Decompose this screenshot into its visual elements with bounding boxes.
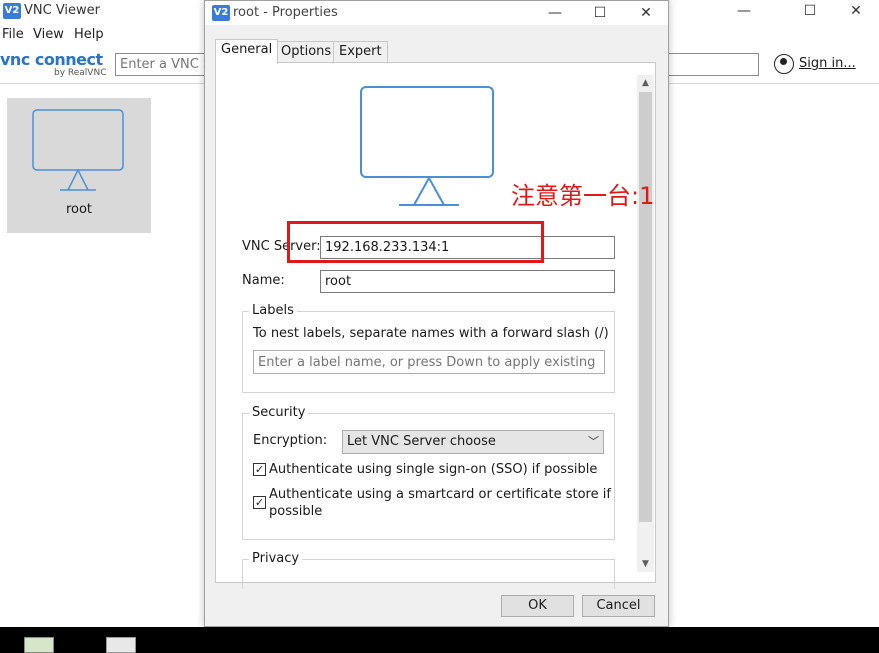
annotation-highlight-box [287,221,544,263]
dialog-minimize-button[interactable]: — [533,2,577,24]
server-tile[interactable]: root [7,98,151,233]
maximize-button[interactable]: ☐ [788,0,832,22]
chevron-down-icon: ﹀ [588,435,599,448]
ok-button[interactable]: OK [501,595,574,617]
name-field[interactable]: root [320,270,615,293]
brand-name: vnc connect [0,50,103,69]
dialog-titlebar: V2 root - Properties — ☐ ✕ [205,1,668,25]
sso-checkbox-label: Authenticate using single sign-on (SSO) … [269,462,598,477]
menu-file[interactable]: File [2,27,24,42]
privacy-group-title: Privacy [249,551,303,566]
annotation-text: 注意第一台:1 [511,182,655,210]
window-title: VNC Viewer [24,3,101,18]
encryption-select-value: Let VNC Server choose [347,434,496,449]
security-group-title: Security [249,405,309,420]
labels-hint: To nest labels, separate names with a fo… [253,326,609,341]
sso-checkbox[interactable]: ✓ [253,463,266,476]
close-button[interactable]: ✕ [834,0,878,22]
user-icon [774,54,794,74]
tab-expert[interactable]: Expert [333,41,388,63]
vnc-logo-icon: V2 [3,3,21,19]
vertical-scrollbar[interactable]: ▲ ▼ [637,75,654,572]
taskbar-file-icon[interactable] [106,637,136,653]
tab-options[interactable]: Options [275,41,338,63]
encryption-label: Encryption: [253,433,328,448]
privacy-group: Privacy [242,551,615,589]
labels-group: Labels To nest labels, separate names wi… [242,303,615,393]
taskbar-app-icon[interactable] [24,637,54,653]
dialog-close-button[interactable]: ✕ [624,2,668,24]
smartcard-checkbox-label-line2: possible [269,504,323,519]
labels-input[interactable] [253,350,605,374]
tab-general[interactable]: General [215,39,279,64]
menu-help[interactable]: Help [74,27,104,42]
name-label: Name: [242,273,285,288]
dialog-title: root - Properties [233,5,338,20]
general-tab-panel: VNC Server: 192.168.233.134:1 Name: root… [215,62,656,589]
monitor-icon [32,109,124,191]
vnc-connect-logo: vnc connect by RealVNC [0,50,108,80]
brand-sub: by RealVNC [54,68,107,78]
labels-group-title: Labels [249,303,297,318]
menu-view[interactable]: View [33,27,64,42]
sign-in-label: Sign in... [799,56,856,71]
monitor-preview-icon [360,86,494,206]
smartcard-checkbox[interactable]: ✓ [253,496,266,509]
scroll-down-icon[interactable]: ▼ [637,556,654,572]
taskbar [0,627,879,653]
smartcard-checkbox-label-line1: Authenticate using a smartcard or certif… [269,487,611,502]
dialog-maximize-button[interactable]: ☐ [578,2,622,24]
properties-dialog: V2 root - Properties — ☐ ✕ General Optio… [204,0,669,627]
cancel-button[interactable]: Cancel [582,595,655,617]
vnc-logo-icon: V2 [212,5,230,21]
scroll-up-icon[interactable]: ▲ [637,75,654,91]
security-group: Security Encryption: Let VNC Server choo… [242,405,615,540]
server-tile-label: root [65,202,93,217]
minimize-button[interactable]: — [722,0,766,22]
encryption-select[interactable]: Let VNC Server choose ﹀ [342,430,604,454]
scrollbar-thumb[interactable] [639,92,652,522]
